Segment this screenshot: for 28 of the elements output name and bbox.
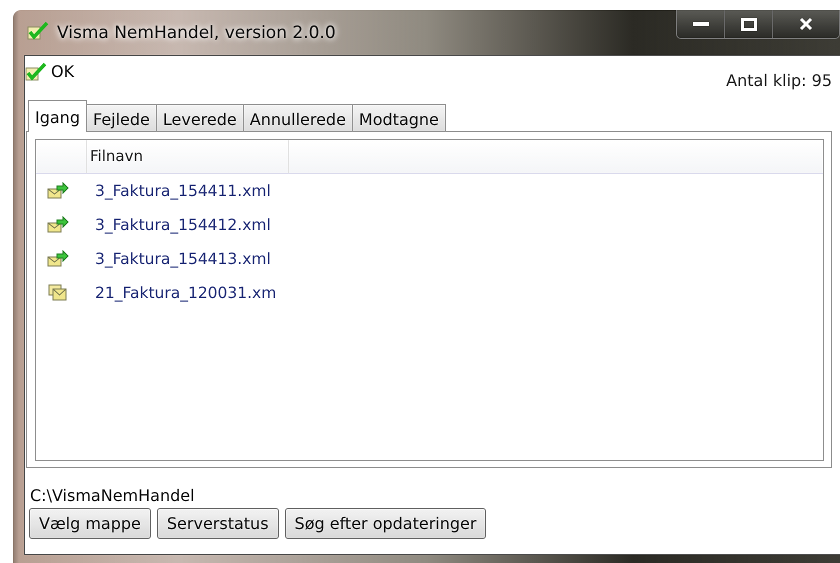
- clip-counter: Antal klip: 95: [726, 71, 832, 90]
- status-text: OK: [51, 62, 74, 81]
- envelope-arrow-icon: [47, 216, 69, 234]
- minimize-button[interactable]: [677, 10, 725, 38]
- tab[interactable]: Modtagne: [352, 104, 446, 131]
- window-title: Visma NemHandel, version 2.0.0: [57, 22, 336, 42]
- stacked-envelopes-icon: [47, 284, 69, 302]
- folder-path: C:\VismaNemHandel: [29, 485, 196, 504]
- close-button[interactable]: [773, 10, 839, 38]
- tab[interactable]: Leverede: [156, 104, 244, 131]
- action-button[interactable]: Vælg mappe: [29, 508, 151, 539]
- maximize-icon: [740, 18, 756, 30]
- file-name[interactable]: 21_Faktura_120031.xm: [86, 284, 289, 302]
- action-button[interactable]: Serverstatus: [156, 508, 279, 539]
- minimize-icon: [692, 21, 708, 27]
- file-name[interactable]: 3_Faktura_154413.xml: [86, 250, 289, 268]
- close-icon: [799, 17, 813, 31]
- maximize-button[interactable]: [725, 10, 773, 38]
- envelope-arrow-icon: [47, 182, 69, 200]
- tab[interactable]: Fejlede: [86, 104, 157, 131]
- tab[interactable]: Igang: [28, 100, 87, 132]
- check-icon: [27, 20, 49, 40]
- action-button[interactable]: Søg efter opdateringer: [284, 508, 486, 539]
- check-icon: [25, 62, 47, 82]
- envelope-arrow-icon: [47, 250, 69, 268]
- tab[interactable]: Annullerede: [242, 104, 353, 131]
- file-name[interactable]: 3_Faktura_154411.xml: [86, 182, 289, 200]
- file-name[interactable]: 3_Faktura_154412.xml: [86, 216, 289, 234]
